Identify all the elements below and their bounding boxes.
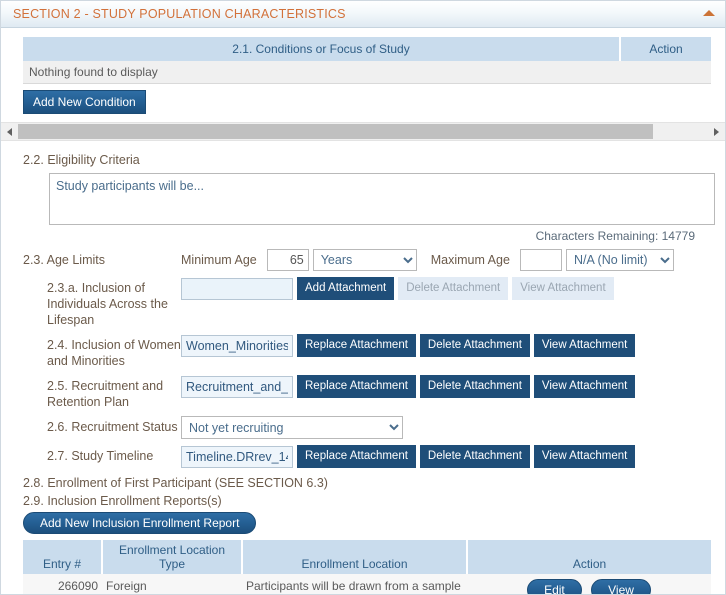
recruitment-plan-replace-attachment-button[interactable]: Replace Attachment: [297, 375, 416, 398]
inclusion-reports-grid: Entry # Enrollment Location Type Enrollm…: [23, 540, 711, 594]
study-timeline-replace-attachment-button[interactable]: Replace Attachment: [297, 445, 416, 468]
recruitment-plan-view-attachment-button[interactable]: View Attachment: [533, 375, 636, 398]
study-timeline-view-attachment-button[interactable]: View Attachment: [533, 445, 636, 468]
women-minorities-label: 2.4. Inclusion of Women and Minorities: [47, 338, 181, 368]
lifespan-fields: Add Attachment Delete Attachment View At…: [181, 277, 614, 300]
recruitment-plan-attachment-input[interactable]: [181, 375, 293, 398]
conditions-grid: 2.1. Conditions or Focus of Study Action…: [23, 37, 711, 84]
recruitment-plan-row: 2.5. Recruitment and Retention Plan Repl…: [23, 375, 711, 410]
inclusion-reports-label: 2.9. Inclusion Enrollment Reports(s): [23, 494, 222, 508]
women-minorities-delete-attachment-button[interactable]: Delete Attachment: [419, 334, 530, 357]
eligibility-criteria-textarea[interactable]: [49, 173, 715, 225]
lifespan-row: 2.3.a. Inclusion of Individuals Across t…: [23, 277, 711, 328]
triangle-left-icon: [7, 127, 12, 136]
recruitment-status-fields: Not yet recruiting: [181, 416, 403, 439]
lifespan-delete-attachment-button: Delete Attachment: [398, 277, 509, 300]
age-limits-fields: Minimum Age Years Maximum Age N/A (No li…: [181, 249, 674, 271]
conditions-grid-wrapper: 2.1. Conditions or Focus of Study Action…: [23, 37, 711, 84]
study-timeline-fields: Replace Attachment Delete Attachment Vie…: [181, 445, 636, 468]
cell-entry-number: 266090: [23, 574, 102, 594]
lifespan-add-attachment-button[interactable]: Add Attachment: [297, 277, 395, 300]
minimum-age-unit-select[interactable]: Years: [312, 249, 417, 271]
add-new-inclusion-enrollment-report-button[interactable]: Add New Inclusion Enrollment Report: [23, 512, 257, 534]
conditions-grid-header-row: 2.1. Conditions or Focus of Study Action: [23, 37, 711, 61]
eligibility-criteria-label: 2.2. Eligibility Criteria: [23, 153, 140, 167]
triangle-right-icon: [714, 127, 719, 136]
conditions-action-header-cell: Action: [619, 37, 711, 61]
column-header-action: Action: [467, 540, 711, 574]
column-header-enrollment-location: Enrollment Location: [242, 540, 468, 574]
age-limits-label: 2.3. Age Limits: [23, 253, 105, 267]
cell-enrollment-location: Participants will be drawn from a sample…: [242, 574, 467, 594]
first-participant-label: 2.8. Enrollment of First Participant (SE…: [23, 476, 328, 490]
section-title: SECTION 2 - STUDY POPULATION CHARACTERIS…: [13, 7, 346, 21]
minimum-age-label: Minimum Age: [181, 253, 257, 267]
women-minorities-view-attachment-button[interactable]: View Attachment: [533, 334, 636, 357]
maximum-age-unit-select[interactable]: N/A (No limit): [565, 249, 674, 271]
scroll-left-button[interactable]: [1, 123, 18, 140]
women-minorities-row: 2.4. Inclusion of Women and Minorities R…: [23, 334, 711, 369]
table-row: 266090 Foreign Participants will be draw…: [23, 574, 711, 594]
triangle-up-icon[interactable]: [703, 10, 715, 16]
study-timeline-delete-attachment-button[interactable]: Delete Attachment: [419, 445, 530, 468]
minimum-age-input[interactable]: [266, 249, 309, 271]
recruitment-plan-label: 2.5. Recruitment and Retention Plan: [47, 379, 164, 409]
age-limits-row: 2.3. Age Limits Minimum Age Years Maximu…: [23, 249, 711, 271]
lifespan-attachment-input[interactable]: [181, 277, 293, 300]
study-timeline-attachment-input[interactable]: [181, 445, 293, 468]
conditions-empty-message: Nothing found to display: [23, 61, 711, 84]
form-body: 2.2. Eligibility Criteria Characters Rem…: [1, 141, 725, 508]
horizontal-scrollbar[interactable]: [1, 122, 725, 141]
section-header[interactable]: SECTION 2 - STUDY POPULATION CHARACTERIS…: [1, 1, 725, 28]
inclusion-reports-grid-wrapper: Entry # Enrollment Location Type Enrollm…: [23, 540, 711, 594]
study-timeline-row: 2.7. Study Timeline Replace Attachment D…: [23, 445, 711, 468]
maximum-age-label: Maximum Age: [430, 253, 510, 267]
recruitment-status-select[interactable]: Not yet recruiting: [181, 416, 403, 439]
scrollbar-thumb[interactable]: [18, 124, 653, 139]
conditions-empty-row: Nothing found to display: [23, 61, 711, 84]
study-timeline-label: 2.7. Study Timeline: [47, 449, 154, 463]
lifespan-view-attachment-button: View Attachment: [512, 277, 614, 300]
cell-enrollment-location-type: Foreign: [102, 574, 242, 594]
maximum-age-input[interactable]: [519, 249, 562, 271]
scrollbar-track[interactable]: [18, 123, 708, 140]
inclusion-reports-header-row: Entry # Enrollment Location Type Enrollm…: [23, 540, 711, 574]
women-minorities-replace-attachment-button[interactable]: Replace Attachment: [297, 334, 416, 357]
edit-button[interactable]: Edit: [527, 579, 582, 594]
add-new-condition-wrapper: Add New Condition: [23, 90, 725, 114]
column-header-entry: Entry #: [23, 540, 103, 574]
lifespan-label: 2.3.a. Inclusion of Individuals Across t…: [47, 281, 168, 327]
section-2-panel: SECTION 2 - STUDY POPULATION CHARACTERIS…: [0, 0, 726, 595]
column-header-enrollment-location-type: Enrollment Location Type: [102, 540, 243, 574]
recruitment-status-row: 2.6. Recruitment Status Not yet recruiti…: [23, 416, 711, 439]
cell-action: Edit View: [467, 574, 711, 594]
conditions-header-cell: 2.1. Conditions or Focus of Study: [23, 37, 620, 61]
women-minorities-attachment-input[interactable]: [181, 334, 293, 357]
view-button[interactable]: View: [591, 579, 651, 594]
add-new-condition-button[interactable]: Add New Condition: [23, 90, 146, 114]
women-minorities-fields: Replace Attachment Delete Attachment Vie…: [181, 334, 636, 357]
add-inclusion-report-wrapper: Add New Inclusion Enrollment Report: [23, 512, 725, 534]
characters-remaining-label: Characters Remaining: 14779: [535, 229, 695, 243]
recruitment-plan-delete-attachment-button[interactable]: Delete Attachment: [419, 375, 530, 398]
recruitment-plan-fields: Replace Attachment Delete Attachment Vie…: [181, 375, 636, 398]
scroll-right-button[interactable]: [708, 123, 725, 140]
recruitment-status-label: 2.6. Recruitment Status: [47, 420, 178, 434]
